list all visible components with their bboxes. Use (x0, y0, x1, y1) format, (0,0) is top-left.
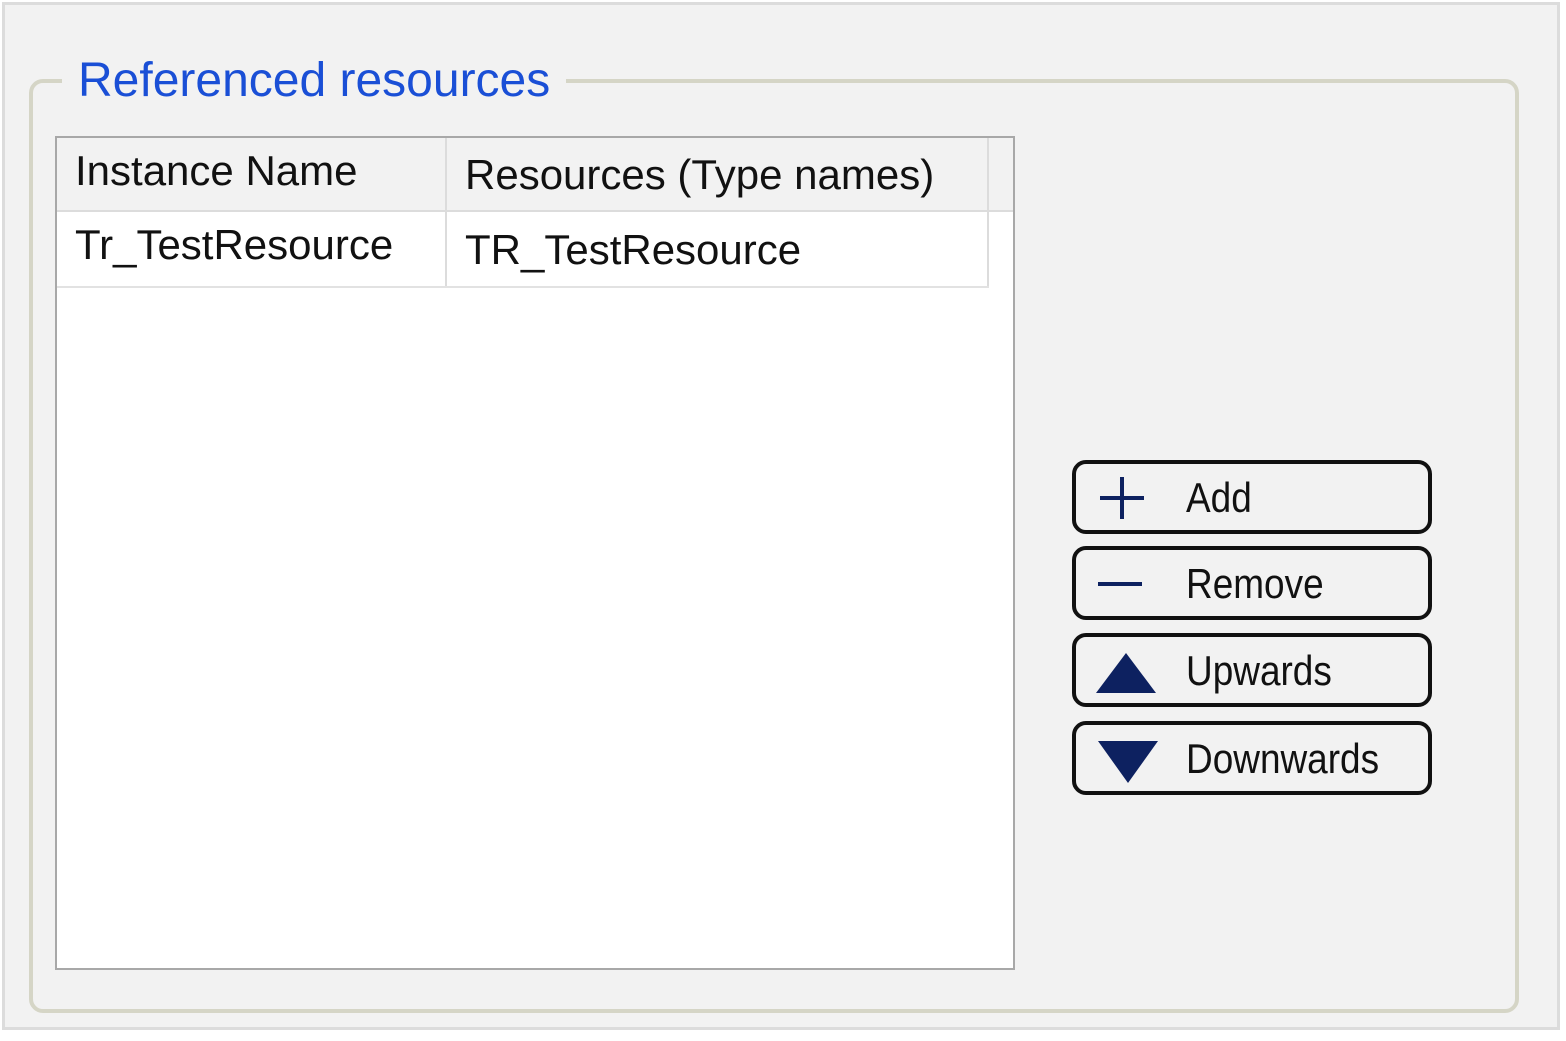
triangle-up-icon (1096, 653, 1156, 693)
downwards-button[interactable]: Downwards (1072, 721, 1432, 795)
resources-table[interactable]: Instance Name Resources (Type names) Tr_… (55, 136, 1015, 970)
add-button[interactable]: Add (1072, 460, 1432, 534)
table-row[interactable]: Tr_TestResource TR_TestResource (57, 212, 989, 288)
add-button-label: Add (1186, 474, 1252, 521)
minus-icon (1098, 582, 1142, 586)
upwards-button-label: Upwards (1186, 647, 1332, 694)
cell-instance-name[interactable]: Tr_TestResource (57, 212, 447, 286)
plus-icon (1100, 477, 1144, 519)
remove-button-label: Remove (1186, 560, 1324, 607)
upwards-button[interactable]: Upwards (1072, 633, 1432, 707)
remove-button[interactable]: Remove (1072, 546, 1432, 620)
column-header-resources[interactable]: Resources (Type names) (447, 138, 989, 210)
downwards-button-label: Downwards (1186, 735, 1380, 782)
group-title: Referenced resources (62, 52, 567, 110)
cell-resource-type[interactable]: TR_TestResource (447, 212, 989, 286)
triangle-down-icon (1098, 741, 1158, 783)
column-header-instance-name[interactable]: Instance Name (57, 138, 447, 210)
table-header: Instance Name Resources (Type names) (57, 138, 1013, 212)
